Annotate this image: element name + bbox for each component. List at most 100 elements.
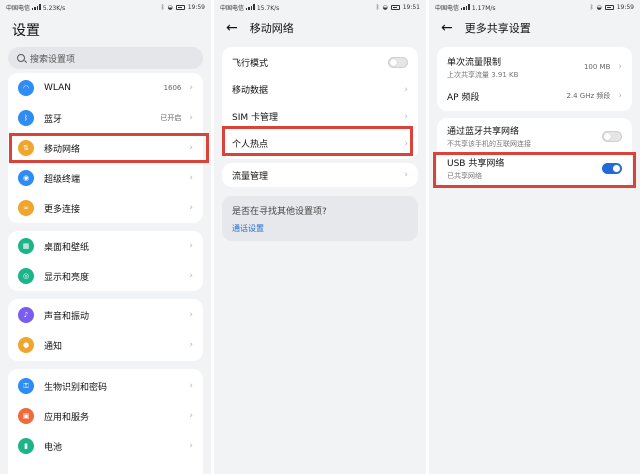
bluetooth-sharing-row: 通过蓝牙共享网络 不共享该手机的互联网连接 [437,122,632,150]
chevron-right-icon: › [189,310,193,320]
highlight-usb-sharing [433,152,636,188]
data-limit-sub: 上次共享流量 3.91 KB [447,70,519,79]
super-device-icon: ◉ [18,170,34,186]
settings-item-value: 已开启 [160,114,182,122]
highlight-mobile-network [9,133,209,163]
link-icon: ∞ [18,200,34,216]
call-settings-link[interactable]: 通话设置 [232,223,408,234]
mobile-item-label: 移动数据 [232,86,269,96]
data-limit-label: 单次流量限制 [447,57,502,68]
security-card: ⚿ 生物识别和密码 › ▣ 应用和服务 › ▮ 电池 › [8,369,203,474]
chevron-right-icon: › [189,113,193,123]
airplane-mode-toggle[interactable] [388,57,408,68]
mobile-item-0[interactable]: 飞行模式 [222,49,418,76]
carrier-label: 中国电信 [220,4,245,12]
chevron-right-icon: › [404,111,408,122]
settings-item-super-device[interactable]: ◉ 超级终端 › [8,163,203,193]
highlight-hotspot [222,126,413,156]
settings-item-bluetooth[interactable]: ᛒ 蓝牙 已开启 › [8,103,203,133]
clock: 19:59 [616,3,634,11]
settings-item-eye[interactable]: ◎ 显示和亮度 › [8,261,203,291]
ap-band-value: 2.4 GHz 频段 [566,92,611,100]
eye-icon: ◎ [18,268,34,284]
data-limit-value: 100 MB [583,63,611,71]
sound-icon: ♪ [18,307,34,323]
sound-card: ♪ 声音和振动 › ● 通知 › [8,299,203,361]
status-bar: 中国电信 1.17M/s ᛒ ◒ 19:59 [429,0,640,14]
signal-icon [460,3,470,10]
search-input[interactable]: 搜索设置项 [8,47,203,69]
ap-band-label: AP 频段 [447,92,480,103]
clock: 19:51 [402,3,420,11]
mobile-item-1[interactable]: 移动数据 › [222,76,418,103]
settings-item-bell[interactable]: ● 通知 › [8,330,203,360]
wifi-status-icon: ◒ [167,3,173,11]
nav-bar: ← 更多共享设置 [441,20,531,36]
settings-item-home-screen[interactable]: ▦ 桌面和壁纸 › [8,231,203,261]
ap-band-row[interactable]: AP 频段 2.4 GHz 频段 › [437,85,632,107]
settings-item-label: 生物识别和密码 [44,382,108,393]
settings-item-label: 更多连接 [44,204,81,215]
settings-item-label: 显示和亮度 [44,272,90,283]
settings-item-link[interactable]: ∞ 更多连接 › [8,193,203,223]
mobile-item-label: 飞行模式 [232,59,269,69]
mobile-network-panel: 中国电信 15.7K/s ᛒ ◒ 19:51 ← 移动网络 飞行模式 移动数据 › SIM… [214,0,426,474]
net-speed: 1.17M/s [471,4,496,12]
settings-item-label: WLAN [44,83,72,93]
chevron-right-icon: › [618,62,622,72]
bluetooth-icon: ᛒ [18,110,34,126]
suggestion-card: 是否在寻找其他设置项? 通话设置 [222,196,418,241]
chevron-right-icon: › [189,340,193,350]
chevron-right-icon: › [618,91,622,101]
battery-icon: ▮ [18,438,34,454]
page-title: 移动网络 [249,22,294,35]
chevron-right-icon: › [189,271,193,281]
traffic-card: 流量管理 › [222,163,418,187]
status-bar: 中国电信 5.23K/s ᛒ ◒ 19:59 [0,0,211,14]
more-sharing-panel: 中国电信 1.17M/s ᛒ ◒ 19:59 ← 更多共享设置 单次流量限制 上次共… [429,0,640,474]
chevron-right-icon: › [404,170,408,180]
page-title: 设置 [12,23,40,39]
bluetooth-status-icon: ᛒ [160,3,165,11]
traffic-management-row[interactable]: 流量管理 › [222,163,418,187]
status-bar: 中国电信 15.7K/s ᛒ ◒ 19:51 [214,0,426,14]
suggestion-question: 是否在寻找其他设置项? [232,207,327,217]
mobile-item-label: SIM 卡管理 [232,113,278,123]
settings-item-label: 电池 [44,442,63,453]
settings-item-key[interactable]: ⚿ 生物识别和密码 › [8,371,203,401]
chevron-right-icon: › [189,83,193,93]
key-icon: ⚿ [18,378,34,394]
chevron-right-icon: › [189,441,193,451]
home-screen-icon: ▦ [18,238,34,254]
settings-item-label: 超级终端 [44,174,81,185]
settings-item-label: 桌面和壁纸 [44,242,90,253]
search-icon [17,54,25,62]
apps-icon: ▣ [18,408,34,424]
chevron-right-icon: › [189,381,193,391]
settings-item-wifi[interactable]: ◠ WLAN 1606 › [8,73,203,103]
battery-status-icon [604,4,614,10]
back-arrow-icon[interactable]: ← [226,21,238,35]
back-arrow-icon[interactable]: ← [441,21,453,35]
bluetooth-status-icon: ᛒ [375,3,380,11]
bluetooth-sharing-toggle[interactable] [602,130,622,142]
chevron-right-icon: › [189,203,193,213]
hotspot-config-card: 单次流量限制 上次共享流量 3.91 KB 100 MB › AP 频段 2.4… [437,47,632,111]
settings-item-label: 应用和服务 [44,412,90,423]
settings-item-battery[interactable]: ▮ 电池 › [8,431,203,461]
data-limit-row[interactable]: 单次流量限制 上次共享流量 3.91 KB 100 MB › [437,53,632,81]
battery-status-icon [175,4,185,10]
display-card: ▦ 桌面和壁纸 › ◎ 显示和亮度 › [8,231,203,291]
settings-item-value: 1606 [163,84,182,92]
wifi-status-icon: ◒ [382,3,388,11]
battery-status-icon [390,4,400,10]
bell-icon: ● [18,337,34,353]
chevron-right-icon: › [189,173,193,183]
nav-bar: ← 移动网络 [226,20,294,36]
wifi-icon: ◠ [18,80,34,96]
bluetooth-sharing-label: 通过蓝牙共享网络 [447,126,520,137]
wifi-status-icon: ◒ [596,3,602,11]
settings-item-label: 蓝牙 [44,114,63,125]
settings-item-sound[interactable]: ♪ 声音和振动 › [8,300,203,330]
settings-item-apps[interactable]: ▣ 应用和服务 › [8,401,203,431]
